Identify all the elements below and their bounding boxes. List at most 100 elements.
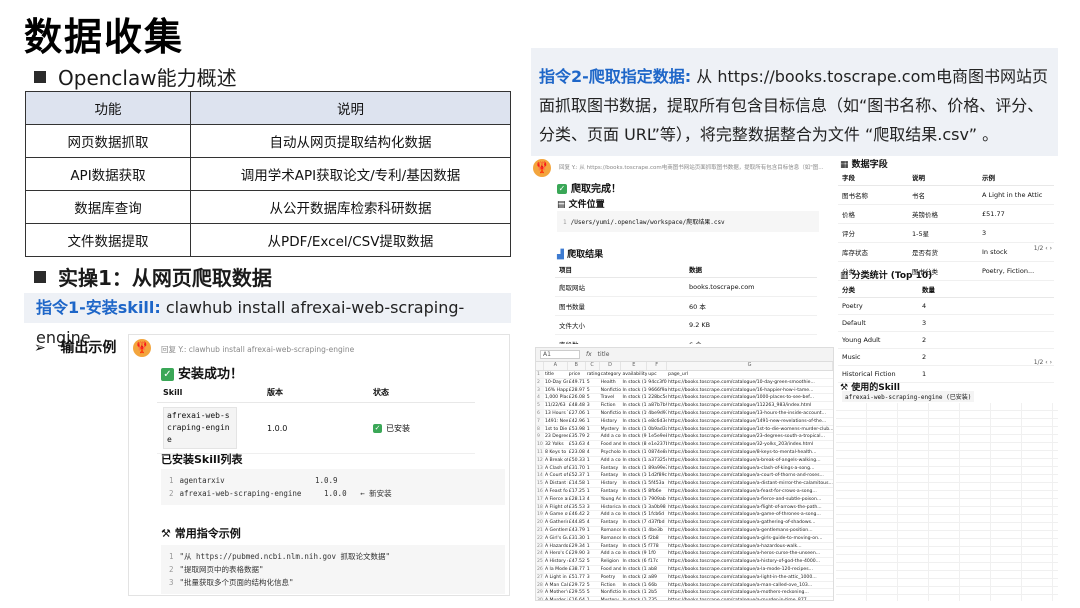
sheet-cell[interactable]: In stock (5 xyxy=(621,488,647,495)
sheet-cell[interactable]: Fantasy xyxy=(600,543,622,550)
sheet-cell[interactable]: £28.97 xyxy=(568,387,586,394)
sheet-cell[interactable]: 1 xyxy=(586,465,600,472)
sheet-cell[interactable]: £29.55 xyxy=(568,589,586,596)
sheet-cell[interactable]: Fantasy xyxy=(600,519,622,526)
row-number[interactable]: 14 xyxy=(536,472,544,480)
sheet-cell[interactable]: f17c xyxy=(647,558,667,565)
sheet-cell[interactable]: https://books.toscrape.com/catalogue/a-m… xyxy=(667,582,833,589)
sheet-cell[interactable]: 94cc3f06dd xyxy=(647,379,667,386)
row-number[interactable]: 20 xyxy=(536,519,544,526)
sheet-cell[interactable]: 5f453a xyxy=(647,480,667,487)
row-number[interactable]: 1 xyxy=(536,371,544,378)
sheet-cell[interactable]: £48.48 xyxy=(568,402,586,409)
sheet-cell[interactable]: 5 xyxy=(586,379,600,386)
sheet-cell[interactable]: In stock (14 xyxy=(621,480,647,487)
row-number[interactable]: 21 xyxy=(536,526,544,534)
sheet-cell[interactable]: A Gentlema xyxy=(544,527,568,534)
sheet-cell[interactable]: £53.98 xyxy=(568,426,586,433)
pagination-2[interactable]: 1/2 ‹ › xyxy=(836,355,1058,370)
sheet-cell[interactable]: 1 xyxy=(586,543,600,550)
sheet-cell[interactable]: £50.33 xyxy=(568,457,586,464)
sheet-cell[interactable]: A Game of xyxy=(544,511,568,518)
sheet-cell[interactable]: In stock (19 xyxy=(621,410,647,417)
sheet-cell[interactable]: https://books.toscrape.com/catalogue/a-l… xyxy=(667,574,833,581)
column-header[interactable]: B xyxy=(568,362,586,370)
column-header[interactable]: E xyxy=(621,362,648,370)
sheet-cell[interactable]: History xyxy=(600,418,622,425)
sheet-cell[interactable]: In stock (14 xyxy=(621,457,647,464)
sheet-cell[interactable]: 1 xyxy=(586,457,600,464)
sheet-cell[interactable]: In stock (16 xyxy=(621,496,647,503)
sheet-cell[interactable]: In stock (14 xyxy=(621,582,647,589)
pagination-1[interactable]: 1/2 ‹ › xyxy=(836,241,1058,256)
sheet-cell[interactable]: £31.70 xyxy=(568,465,586,472)
sheet-cell[interactable]: 4 xyxy=(586,519,600,526)
sheet-cell[interactable]: rating xyxy=(586,371,600,378)
sheet-cell[interactable]: £53.63 xyxy=(568,441,586,448)
sheet-cell[interactable]: In stock (16 xyxy=(621,472,647,479)
sheet-cell[interactable]: 5 xyxy=(586,582,600,589)
sheet-cell[interactable]: https://books.toscrape.com/catalogue/a-g… xyxy=(667,527,833,534)
sheet-cell[interactable]: In stock (11 xyxy=(621,527,647,534)
sheet-cell[interactable]: In stock (9 xyxy=(621,550,647,557)
row-number[interactable]: 27 xyxy=(536,573,544,581)
sheet-cell[interactable]: 13 Hours T xyxy=(544,410,568,417)
sheet-cell[interactable]: 7909ab xyxy=(647,496,667,503)
row-number[interactable]: 4 xyxy=(536,394,544,402)
sheet-cell[interactable]: 4 xyxy=(586,449,600,456)
sheet-cell[interactable]: https://books.toscrape.com/catalogue/a-c… xyxy=(667,465,833,472)
row-number[interactable]: 19 xyxy=(536,511,544,519)
sheet-cell[interactable]: 4be9d930d xyxy=(647,410,667,417)
sheet-cell[interactable]: 3 xyxy=(586,550,600,557)
sheet-cell[interactable]: In stock (16 xyxy=(621,597,647,600)
sheet-cell[interactable]: a89 xyxy=(647,574,667,581)
column-header[interactable] xyxy=(536,362,544,370)
sheet-cell[interactable]: 3 xyxy=(586,402,600,409)
sheet-cell[interactable]: 16% Happie xyxy=(544,387,568,394)
row-number[interactable]: 18 xyxy=(536,503,544,511)
sheet-cell[interactable]: A Gatherin xyxy=(544,519,568,526)
cell-ref[interactable]: A1 xyxy=(540,350,580,359)
row-number[interactable]: 6 xyxy=(536,409,544,417)
sheet-cell[interactable]: 8 Keys to M xyxy=(544,449,568,456)
sheet-cell[interactable]: 2b5 xyxy=(647,589,667,596)
sheet-cell[interactable]: https://books.toscrape.com/catalogue/a-g… xyxy=(667,511,833,518)
sheet-cell[interactable]: A Feast for xyxy=(544,488,568,495)
sheet-cell[interactable]: £23.08 xyxy=(568,449,586,456)
row-number[interactable]: 28 xyxy=(536,581,544,589)
sheet-cell[interactable]: A History o xyxy=(544,558,568,565)
row-number[interactable]: 10 xyxy=(536,441,544,448)
sheet-cell[interactable]: ab8 xyxy=(647,566,667,573)
sheet-cell[interactable]: https://books.toscrape.com/catalogue/8-k… xyxy=(667,449,833,456)
sheet-cell[interactable]: 11/22/63 xyxy=(544,402,568,409)
row-number[interactable]: 17 xyxy=(536,495,544,503)
sheet-cell[interactable]: 89a99e3d xyxy=(647,465,667,472)
sheet-cell[interactable]: Add a comr xyxy=(600,433,622,440)
sheet-cell[interactable]: https://books.toscrape.com/catalogue/100… xyxy=(667,394,833,401)
sheet-cell[interactable]: £47.52 xyxy=(568,558,586,565)
sheet-cell[interactable]: Romance xyxy=(600,527,622,534)
sheet-cell[interactable]: 1 xyxy=(586,566,600,573)
sheet-cell[interactable]: https://books.toscrape.com/catalogue/13-… xyxy=(667,410,833,417)
column-header[interactable]: D xyxy=(600,362,622,370)
sheet-cell[interactable]: A Girl's Gu xyxy=(544,535,568,542)
sheet-cell[interactable]: https://books.toscrape.com/catalogue/a-m… xyxy=(667,589,833,596)
sheet-cell[interactable]: In stock (16 xyxy=(621,379,647,386)
sheet-cell[interactable]: £14.58 xyxy=(568,480,586,487)
sheet-cell[interactable]: £27.06 xyxy=(568,410,586,417)
sheet-cell[interactable]: Young Adu xyxy=(600,496,622,503)
sheet-cell[interactable]: https://books.toscrape.com/catalogue/a-b… xyxy=(667,457,833,464)
sheet-cell[interactable]: A Murder i xyxy=(544,597,568,600)
sheet-cell[interactable]: £49.71 xyxy=(568,379,586,386)
sheet-cell[interactable]: Mystery xyxy=(600,597,622,600)
sheet-cell[interactable]: A Hazardou xyxy=(544,543,568,550)
sheet-cell[interactable]: 5 xyxy=(586,387,600,394)
sheet-cell[interactable]: 66b xyxy=(647,582,667,589)
row-number[interactable]: 25 xyxy=(536,558,544,565)
sheet-cell[interactable]: £16.64 xyxy=(568,597,586,600)
sheet-cell[interactable]: Historical Fi xyxy=(600,504,622,511)
sheet-cell[interactable]: e1e237b xyxy=(647,441,667,448)
sheet-cell[interactable]: 1st to Die xyxy=(544,426,568,433)
sheet-cell[interactable]: A Fierce an xyxy=(544,496,568,503)
sheet-cell[interactable]: Religion xyxy=(600,558,622,565)
